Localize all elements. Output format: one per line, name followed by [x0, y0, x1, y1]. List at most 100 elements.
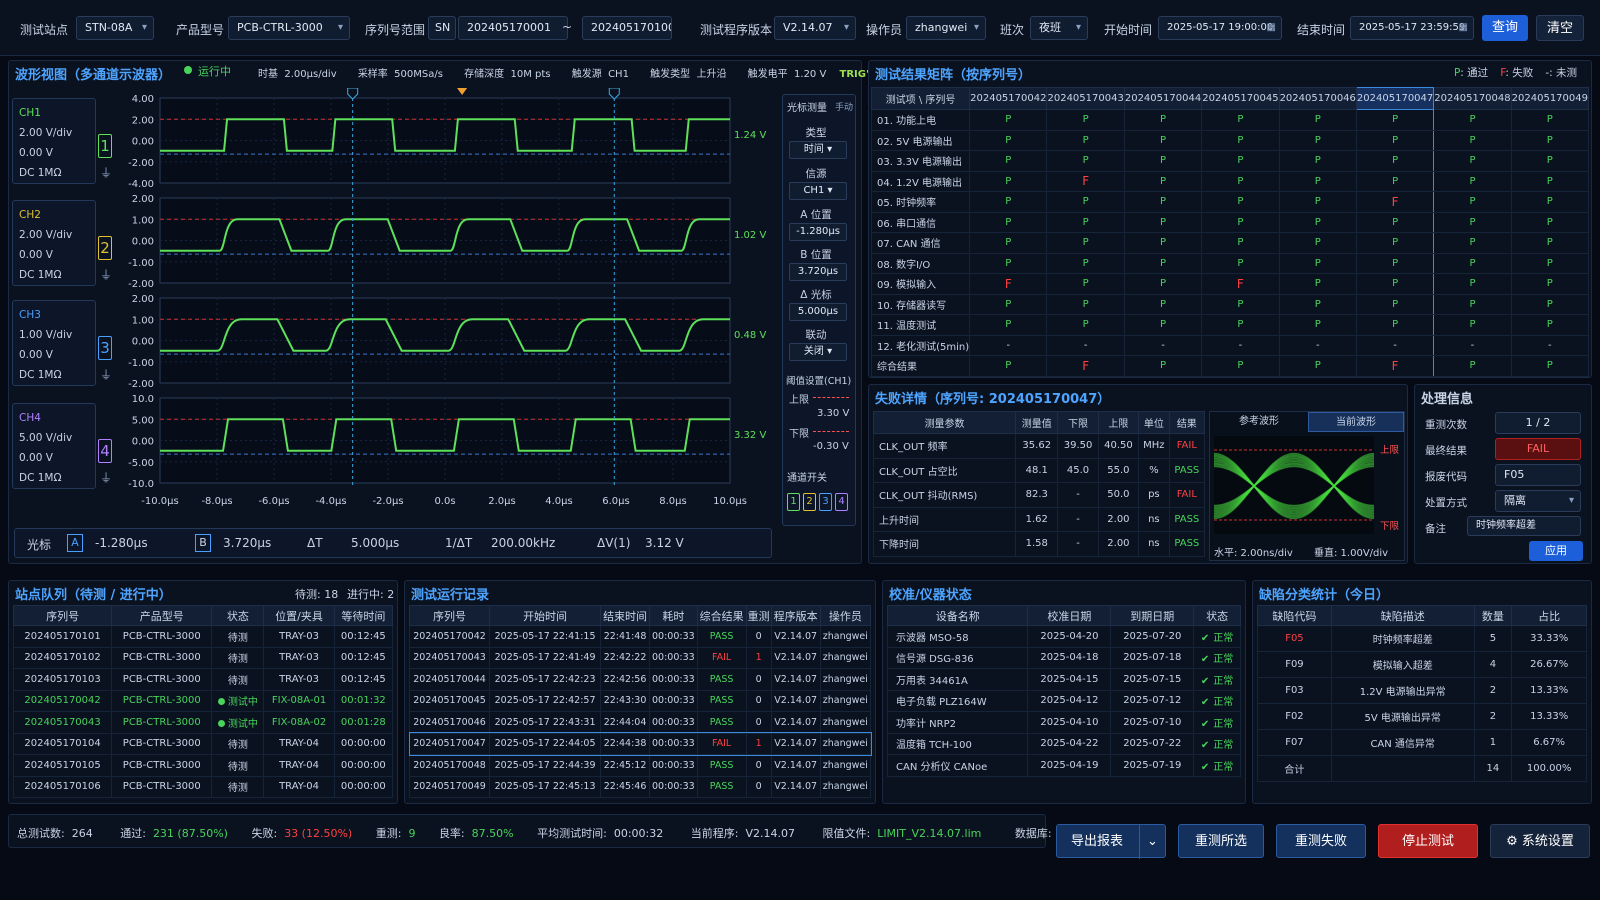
cursor-link-select[interactable]: 关闭 ▾	[789, 343, 847, 361]
matrix-cell[interactable]: -	[1355, 334, 1435, 356]
channel-toggle-3[interactable]: 3	[819, 493, 832, 511]
table-row[interactable]: 信号源 DSG-836 2025-04-18 2025-07-18 ✔ 正常	[886, 646, 1241, 669]
retest-failed-button[interactable]: 重测失败	[1276, 824, 1366, 858]
channel-info-box[interactable]: CH1 2.00 V/div 0.00 V DC 1MΩ	[12, 98, 96, 184]
matrix-cell[interactable]: P	[1433, 109, 1512, 131]
matrix-cell[interactable]: P	[1123, 355, 1203, 377]
matrix-cell[interactable]: P	[1433, 191, 1512, 213]
matrix-serial-header[interactable]: 202405170049	[1510, 87, 1590, 110]
matrix-cell[interactable]: P	[969, 355, 1048, 377]
start-time-input[interactable]: 2025-05-17 19:00:00 ▦	[1158, 16, 1282, 40]
scrap-code-input[interactable]: F05	[1495, 464, 1581, 486]
matrix-cell[interactable]: P	[1278, 109, 1357, 131]
upper-limit-value[interactable]: 3.30 V	[817, 408, 849, 419]
matrix-cell[interactable]: -	[1510, 334, 1590, 356]
matrix-cell[interactable]: P	[1510, 150, 1590, 172]
matrix-cell[interactable]: P	[1510, 170, 1590, 192]
matrix-cell[interactable]: P	[1510, 232, 1590, 254]
matrix-cell[interactable]: P	[1433, 273, 1512, 295]
table-row[interactable]: 202405170044 2025-05-17 22:42:23 22:42:56 0…	[408, 668, 872, 691]
matrix-cell[interactable]: P	[1355, 109, 1435, 131]
matrix-cell[interactable]: P	[1355, 314, 1435, 336]
table-row[interactable]: F02 5V 电源输出异常 2 13.33%	[1257, 703, 1587, 730]
matrix-cell[interactable]: P	[1433, 129, 1512, 151]
waveform-display[interactable]: 4.00 2.00 0.00 -2.00 -4.00 1.24 V 2.00 1.00 0.00…	[118, 88, 778, 518]
matrix-cell[interactable]: P	[1355, 252, 1435, 274]
matrix-cell[interactable]: P	[1355, 211, 1435, 233]
table-row[interactable]: 202405170101 PCB-CTRL-3000 待测 TRAY-03 00:12:…	[12, 625, 394, 648]
matrix-cell[interactable]: P	[1355, 232, 1435, 254]
matrix-cell[interactable]: P	[1278, 273, 1357, 295]
matrix-cell[interactable]: P	[969, 129, 1048, 151]
matrix-cell[interactable]: P	[1046, 273, 1125, 295]
matrix-cell[interactable]: P	[1201, 211, 1280, 233]
table-row[interactable]: 电子负载 PLZ164W 2025-04-12 2025-07-12 ✔ 正常	[886, 689, 1241, 712]
table-row[interactable]: 202405170047 2025-05-17 22:44:05 22:44:38 0…	[408, 732, 872, 756]
cursor-mode[interactable]: 手动	[835, 100, 853, 113]
matrix-cell[interactable]: P	[1046, 150, 1125, 172]
matrix-cell[interactable]: P	[1123, 314, 1203, 336]
table-row[interactable]: F03 1.2V 电源输出异常 2 13.33%	[1257, 677, 1587, 704]
station-select[interactable]: STN-08A	[76, 16, 154, 40]
matrix-cell[interactable]: -	[1433, 334, 1512, 356]
matrix-cell[interactable]: P	[1278, 355, 1357, 377]
matrix-cell[interactable]: P	[1123, 211, 1203, 233]
matrix-cell[interactable]: P	[1278, 252, 1357, 274]
matrix-cell[interactable]: -	[1201, 334, 1280, 356]
table-row[interactable]: 202405170104 PCB-CTRL-3000 待测 TRAY-04 00:00:…	[12, 732, 394, 755]
matrix-cell[interactable]: P	[1046, 191, 1125, 213]
calendar-icon[interactable]: ▦	[1267, 17, 1276, 39]
matrix-cell[interactable]: P	[1433, 355, 1512, 377]
matrix-cell[interactable]: F	[1201, 273, 1280, 295]
matrix-cell[interactable]: P	[1046, 252, 1125, 274]
channel-info-box[interactable]: CH3 1.00 V/div 0.00 V DC 1MΩ	[12, 300, 96, 386]
table-row[interactable]: 功率计 NRP2 2025-04-10 2025-07-10 ✔ 正常	[886, 711, 1241, 734]
matrix-cell[interactable]: P	[1510, 293, 1590, 315]
matrix-cell[interactable]: P	[1355, 150, 1435, 172]
matrix-cell[interactable]: P	[1201, 170, 1280, 192]
cursor-b-marker[interactable]	[608, 88, 620, 100]
stop-test-button[interactable]: 停止测试	[1378, 824, 1478, 858]
table-row[interactable]: 示波器 MSO-58 2025-04-20 2025-07-20 ✔ 正常	[886, 625, 1241, 648]
matrix-cell[interactable]: P	[1510, 314, 1590, 336]
limit-file-value[interactable]: LIMIT_V2.14.07.lim	[877, 827, 981, 840]
matrix-cell[interactable]: P	[1433, 314, 1512, 336]
table-row[interactable]: 202405170046 2025-05-17 22:43:31 22:44:04 0…	[408, 711, 872, 734]
disposition-select[interactable]: 隔离	[1495, 490, 1581, 512]
matrix-cell[interactable]: P	[1201, 150, 1280, 172]
matrix-serial-header[interactable]: 202405170043	[1046, 87, 1125, 110]
channel-info-box[interactable]: CH4 5.00 V/div 0.00 V DC 1MΩ	[12, 403, 96, 489]
matrix-cell[interactable]: P	[1278, 170, 1357, 192]
table-row[interactable]: 202405170048 2025-05-17 22:44:39 22:45:12 0…	[408, 754, 872, 777]
matrix-cell[interactable]: P	[969, 211, 1048, 233]
matrix-serial-header[interactable]: 202405170044	[1123, 87, 1203, 110]
matrix-cell[interactable]: P	[1433, 252, 1512, 274]
note-input[interactable]: 时钟频率超差	[1467, 516, 1581, 536]
matrix-cell[interactable]: P	[969, 314, 1048, 336]
channel-number-badge[interactable]: 1	[98, 134, 112, 158]
lower-limit-value[interactable]: -0.30 V	[813, 441, 849, 452]
end-time-input[interactable]: 2025-05-17 23:59:59 ▦	[1350, 16, 1474, 40]
matrix-cell[interactable]: P	[1278, 129, 1357, 151]
matrix-cell[interactable]: P	[1433, 211, 1512, 233]
cursor-a-marker[interactable]	[347, 88, 359, 100]
table-row[interactable]: CAN 分析仪 CANoe 2025-04-19 2025-07-19 ✔ 正常	[886, 754, 1241, 777]
calendar-icon[interactable]: ▦	[1459, 17, 1468, 39]
matrix-cell[interactable]: P	[1433, 232, 1512, 254]
matrix-serial-header[interactable]: 202405170042	[969, 87, 1048, 110]
matrix-cell[interactable]: P	[1123, 232, 1203, 254]
system-settings-button[interactable]: ⚙ 系统设置	[1490, 824, 1590, 858]
matrix-cell[interactable]: P	[1046, 129, 1125, 151]
matrix-cell[interactable]: P	[969, 150, 1048, 172]
matrix-cell[interactable]: P	[969, 191, 1048, 213]
matrix-cell[interactable]: P	[1278, 293, 1357, 315]
matrix-cell[interactable]: P	[1278, 211, 1357, 233]
table-row[interactable]: 202405170103 PCB-CTRL-3000 待测 TRAY-03 00:12:…	[12, 668, 394, 691]
matrix-cell[interactable]: P	[1201, 232, 1280, 254]
cursor-b-position-input[interactable]: 3.720μs	[789, 263, 847, 281]
table-row[interactable]: F09 模拟输入超差 4 26.67%	[1257, 651, 1587, 678]
matrix-cell[interactable]: P	[1201, 109, 1280, 131]
matrix-cell[interactable]: -	[969, 334, 1048, 356]
tab-reference-waveform[interactable]: 参考波形	[1210, 412, 1308, 432]
matrix-cell[interactable]: P	[1123, 293, 1203, 315]
